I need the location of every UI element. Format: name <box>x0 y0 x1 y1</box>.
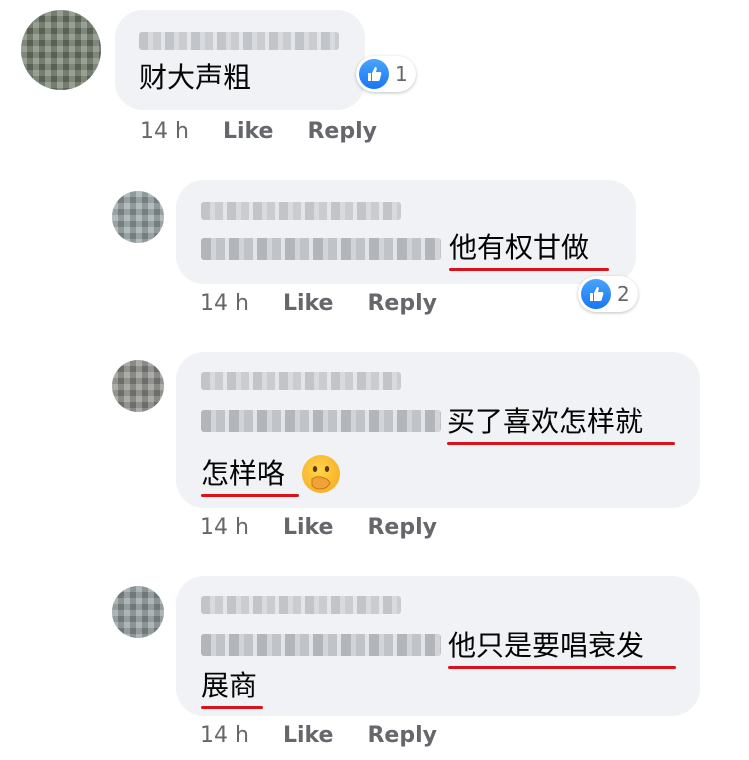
timestamp[interactable]: 14 h <box>200 291 249 316</box>
comment-text: 他有权甘做 <box>449 231 590 264</box>
red-underline <box>449 268 609 271</box>
comment-meta: 14 h Like Reply <box>200 515 437 540</box>
red-underline <box>201 706 263 709</box>
red-underline <box>448 666 676 669</box>
avatar[interactable] <box>112 191 164 243</box>
comment-meta: 14 h Like Reply <box>200 723 437 748</box>
like-icon <box>359 59 389 89</box>
comment-bubble: 财大声粗 <box>115 10 365 110</box>
reaction-badge[interactable]: 1 <box>356 56 416 92</box>
red-underline <box>447 442 675 445</box>
timestamp[interactable]: 14 h <box>200 515 249 540</box>
like-button[interactable]: Like <box>283 515 334 540</box>
mention-blurred[interactable] <box>201 634 441 656</box>
like-button[interactable]: Like <box>283 723 334 748</box>
reply-button[interactable]: Reply <box>367 515 437 540</box>
reaction-badge[interactable]: 2 <box>578 276 638 312</box>
comment-meta: 14 h Like Reply <box>200 291 437 316</box>
like-button[interactable]: Like <box>283 291 334 316</box>
reply-button[interactable]: Reply <box>367 291 437 316</box>
commenter-name-blurred[interactable] <box>201 372 401 390</box>
comment-text: 财大声粗 <box>139 61 252 94</box>
reaction-count: 1 <box>395 62 408 86</box>
commenter-name-blurred[interactable] <box>201 596 401 614</box>
timestamp[interactable]: 14 h <box>140 119 189 144</box>
reply-button[interactable]: Reply <box>307 119 377 144</box>
red-underline <box>201 494 299 497</box>
like-icon <box>581 279 611 309</box>
timestamp[interactable]: 14 h <box>200 723 249 748</box>
commenter-name-blurred[interactable] <box>201 202 401 220</box>
avatar[interactable] <box>112 360 164 412</box>
comment-text-line1: 他只是要唱衰发 <box>448 629 645 662</box>
comment-text-line1: 买了喜欢怎样就 <box>447 405 644 438</box>
avatar[interactable] <box>112 586 164 638</box>
comment-bubble: 他有权甘做 <box>176 180 636 284</box>
mention-blurred[interactable] <box>201 410 441 432</box>
comment-bubble: 买了喜欢怎样就 怎样咯 <box>176 352 700 508</box>
comment-text-line2: 展商 <box>201 669 258 702</box>
comment-meta: 14 h Like Reply <box>140 119 377 144</box>
reply-button[interactable]: Reply <box>367 723 437 748</box>
comment-text-line2: 怎样咯 <box>201 457 286 490</box>
avatar[interactable] <box>21 10 101 90</box>
like-button[interactable]: Like <box>223 119 274 144</box>
commenter-name-blurred[interactable] <box>139 32 339 50</box>
hand-over-mouth-emoji <box>302 455 340 493</box>
reaction-count: 2 <box>617 282 630 306</box>
comment-bubble: 他只是要唱衰发 展商 <box>176 576 700 716</box>
mention-blurred[interactable] <box>201 238 441 260</box>
